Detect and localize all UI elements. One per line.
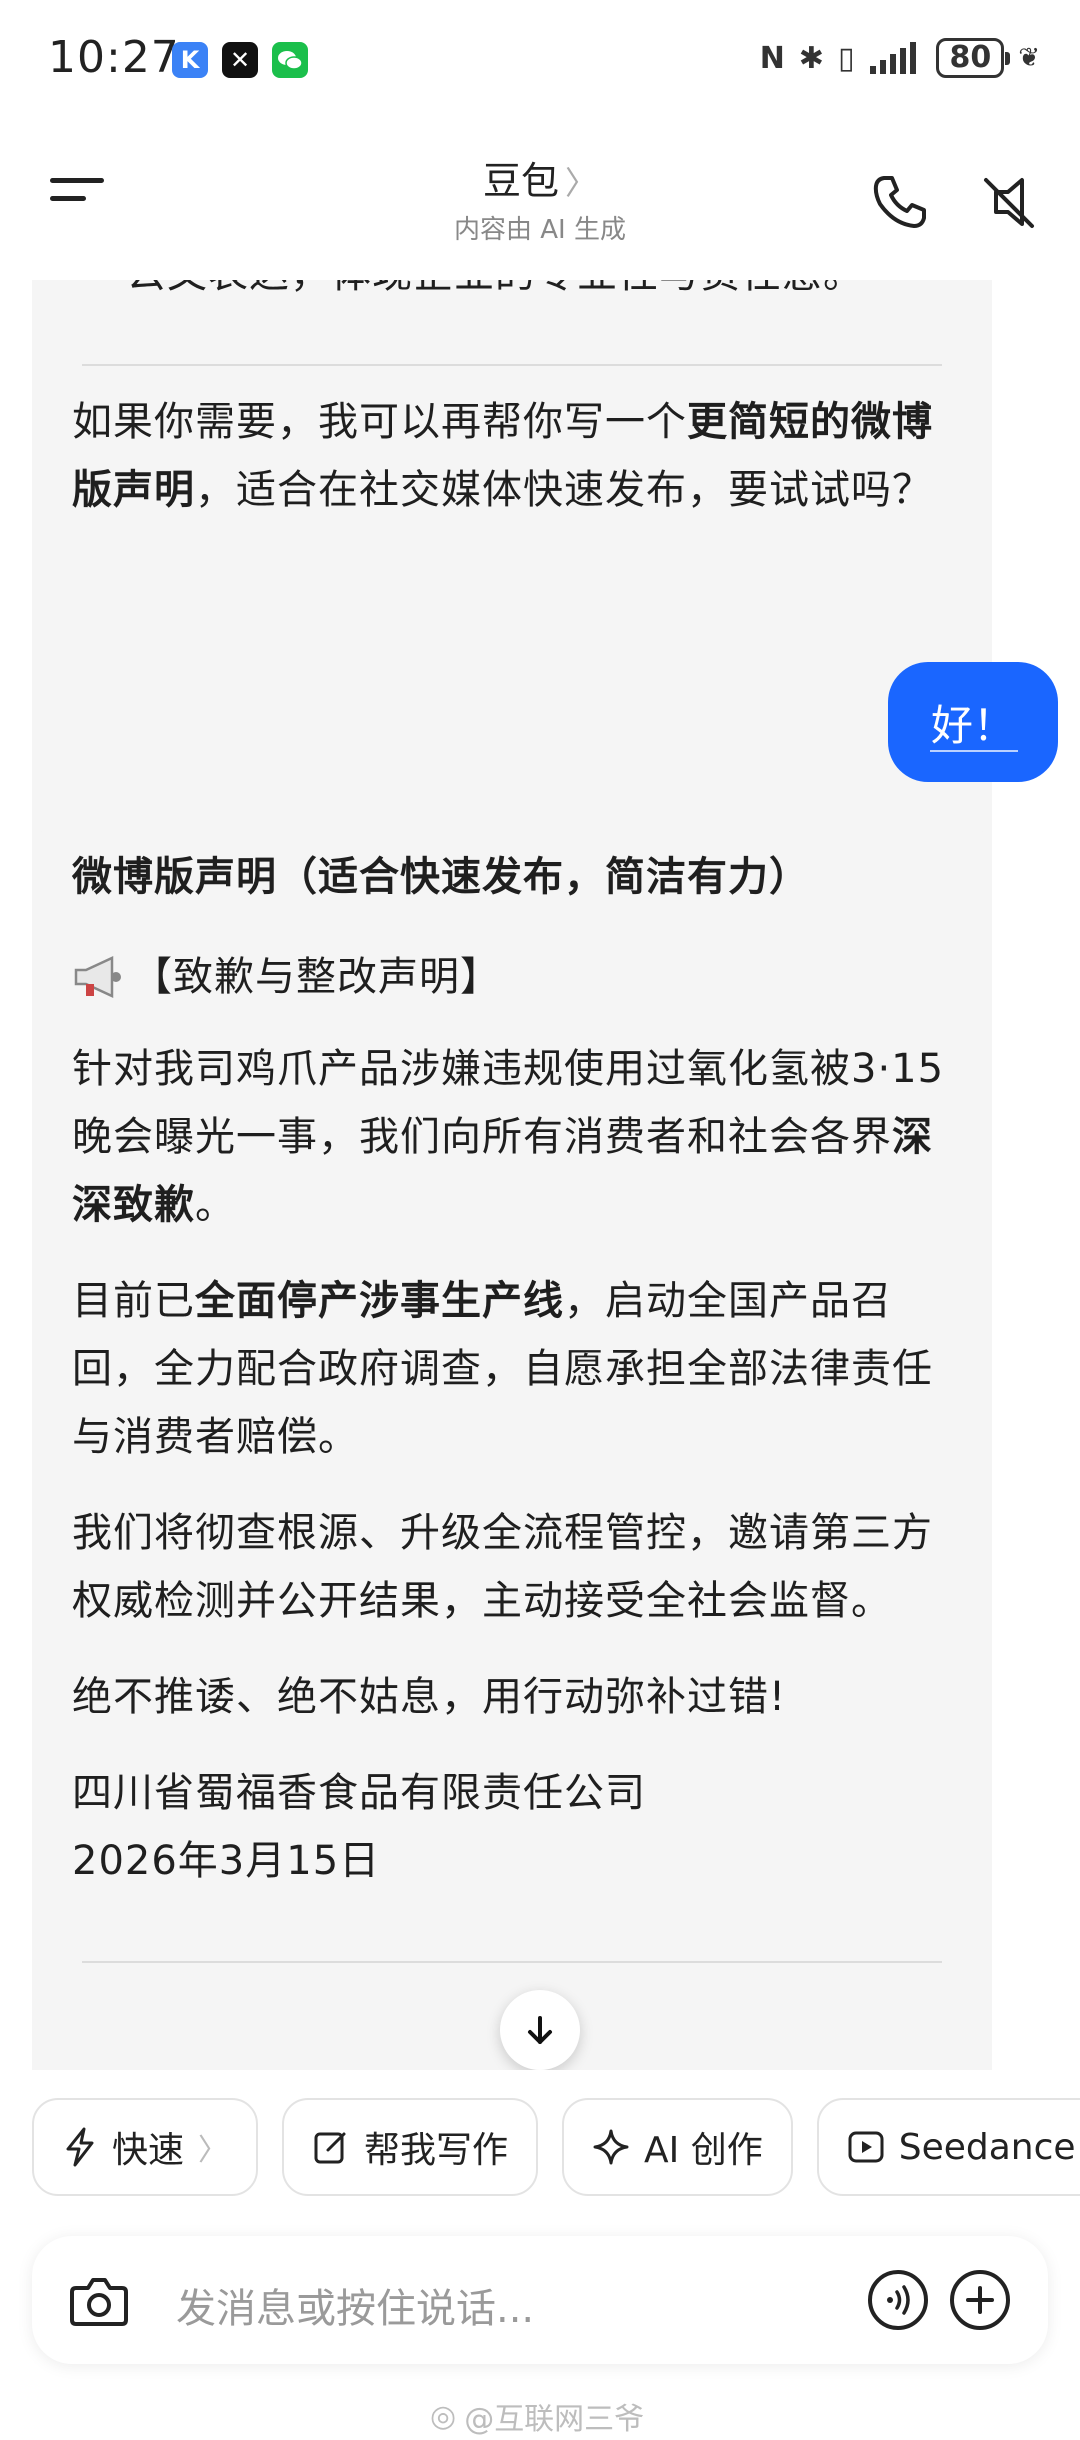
chat-header: 豆包〉 内容由 AI 生成 bbox=[0, 130, 1080, 280]
plus-icon[interactable] bbox=[948, 2268, 1012, 2332]
message-input[interactable]: 发消息或按住说话... bbox=[176, 2276, 534, 2334]
chat-messages[interactable]: 公文表达，体现企业的专业性与责任感。 如果你需要，我可以再帮你写一个更简短的微博… bbox=[0, 270, 1080, 2070]
statement-paragraph: 我们将彻查根源、升级全流程管控，邀请第三方权威检测并公开结果，主动接受全社会监督… bbox=[72, 1510, 933, 1624]
weibo-icon: ◎ bbox=[430, 2398, 457, 2434]
capcut-icon: ✕ bbox=[222, 42, 258, 78]
chip-write[interactable]: 帮我写作 bbox=[282, 2098, 539, 2196]
user-message-text: 好！ bbox=[930, 700, 1015, 750]
message-paragraph: 如果你需要，我可以再帮你写一个更简短的微博版声明，适合在社交媒体快速发布，要试试… bbox=[72, 399, 933, 513]
watermark-text: @互联网三爷 bbox=[464, 2402, 645, 2437]
chevron-right-icon: 〉 bbox=[198, 2133, 229, 2168]
status-time: 10:27 bbox=[48, 32, 180, 83]
status-bar: 10:27 K ✕ N ✱ ▯ 80 ❦ bbox=[0, 0, 1080, 120]
edit-icon bbox=[314, 2132, 346, 2164]
user-message: 好！ bbox=[888, 662, 1058, 782]
statement-heading: 【致歉与整改声明】 bbox=[72, 943, 952, 1011]
chat-title-text: 豆包 bbox=[482, 159, 559, 203]
k-app-icon: K bbox=[172, 42, 208, 78]
wechat-icon bbox=[272, 42, 308, 78]
play-icon bbox=[848, 2131, 884, 2163]
statement-paragraph: 绝不推诿、绝不姑息，用行动弥补过错! bbox=[72, 1674, 787, 1720]
chip-seedance[interactable]: Seedance 2.0 bbox=[816, 2098, 1080, 2196]
bluetooth-icon: ✱ bbox=[798, 40, 824, 76]
scroll-down-button[interactable] bbox=[500, 1990, 580, 2070]
megaphone-icon bbox=[74, 956, 121, 998]
statement-date: 2026年3月15日 bbox=[72, 1838, 381, 1884]
status-right: N ✱ ▯ 80 ❦ bbox=[760, 38, 1040, 78]
divider bbox=[82, 1961, 942, 1963]
statement-signature: 四川省蜀福香食品有限责任公司 bbox=[72, 1770, 646, 1816]
statement-title: 微博版声明（适合快速发布，简洁有力） bbox=[72, 854, 810, 900]
chevron-right-icon: 〉 bbox=[565, 164, 598, 202]
speaker-mute-icon[interactable] bbox=[978, 172, 1038, 232]
bot-message: 微博版声明（适合快速发布，简洁有力） 【致歉与整改声明】 针对我司鸡爪产品涉嫌违… bbox=[32, 815, 992, 2070]
leaf-icon: ❦ bbox=[1018, 43, 1040, 73]
quick-action-chips: 快速 〉 帮我写作 AI 创作 Seedance 2.0 bbox=[32, 2098, 1080, 2196]
voice-input-icon[interactable] bbox=[866, 2268, 930, 2332]
divider bbox=[82, 364, 942, 366]
sparkle-icon bbox=[593, 2129, 629, 2165]
phone-icon[interactable] bbox=[870, 172, 930, 232]
battery-indicator: 80 bbox=[936, 38, 1010, 78]
lightning-icon bbox=[66, 2127, 94, 2167]
statement-paragraph: 针对我司鸡爪产品涉嫌违规使用过氧化氢被3·15晚会曝光一事，我们向所有消费者和社… bbox=[72, 1046, 945, 1228]
chip-label: AI 创作 bbox=[644, 2130, 763, 2171]
statement-paragraph: 目前已全面停产涉事生产线，启动全国产品召回，全力配合政府调查，自愿承担全部法律责… bbox=[72, 1278, 933, 1460]
camera-icon[interactable] bbox=[68, 2270, 130, 2332]
signal-icon bbox=[870, 42, 917, 74]
chip-label: Seedance 2.0 bbox=[898, 2126, 1080, 2168]
chip-ai-create[interactable]: AI 创作 bbox=[562, 2098, 793, 2196]
chip-label: 快速 bbox=[112, 2130, 185, 2171]
bot-message: 公文表达，体现企业的专业性与责任感。 如果你需要，我可以再帮你写一个更简短的微博… bbox=[32, 270, 992, 900]
nfc-icon: N bbox=[759, 40, 785, 76]
watermark: ◎ @互联网三爷 bbox=[430, 2394, 644, 2438]
chip-label: 帮我写作 bbox=[364, 2130, 509, 2171]
vibrate-icon: ▯ bbox=[837, 40, 855, 76]
arrow-down-icon bbox=[528, 2016, 552, 2044]
chip-fast[interactable]: 快速 〉 bbox=[32, 2098, 259, 2196]
message-input-bar: 发消息或按住说话... bbox=[32, 2236, 1048, 2364]
